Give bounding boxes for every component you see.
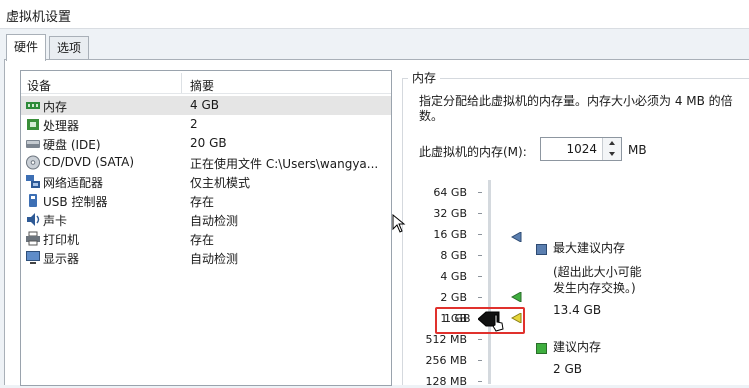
scale-tick: [478, 213, 482, 214]
memory-group-title: 内存: [408, 69, 441, 86]
scale-label: 256 MB: [425, 354, 467, 367]
device-list-header: 设备 摘要: [21, 71, 391, 94]
scale-tick: [478, 234, 482, 235]
recommended-value: 2 GB: [553, 362, 582, 376]
memory-value-input[interactable]: 1024: [566, 142, 597, 156]
spin-down-button[interactable]: [602, 149, 621, 160]
recommended-marker-icon: [511, 292, 522, 302]
memory-spinbox[interactable]: 1024: [540, 137, 622, 161]
scale-tick: [478, 192, 482, 193]
memory-description: 指定分配给此虚拟机的内存量。内存大小必须为 4 MB 的倍数。: [419, 94, 733, 123]
device-row-display[interactable]: 显示器 自动检测: [21, 248, 391, 267]
tab-strip: 硬件 选项: [0, 34, 749, 61]
device-name: 声卡: [43, 214, 68, 228]
sound-card-icon: [27, 213, 40, 226]
scale-tick: [478, 381, 482, 382]
device-name: 处理器: [43, 119, 80, 133]
window-title: 虚拟机设置: [6, 10, 72, 25]
memory-unit: MB: [628, 143, 647, 157]
device-row-printer[interactable]: 打印机 存在: [21, 229, 391, 248]
scale-tick: [478, 255, 482, 256]
memory-icon: [26, 102, 40, 109]
device-name: CD/DVD (SATA): [43, 155, 135, 169]
scale-label: 128 MB: [425, 375, 467, 388]
scale-label: 8 GB: [440, 249, 467, 262]
printer-icon: [26, 231, 40, 246]
device-row-memory[interactable]: 内存 4 GB: [21, 96, 391, 115]
scale-label: 2 GB: [440, 291, 467, 304]
max-recommended-title: 最大建议内存: [553, 241, 626, 255]
device-summary: 自动检测: [190, 214, 239, 228]
chevron-down-icon: [609, 152, 615, 156]
device-summary: 仅主机模式: [190, 176, 251, 190]
title-bar: 虚拟机设置: [0, 0, 749, 29]
mouse-cursor-icon: [392, 214, 406, 233]
display-icon: [26, 251, 40, 264]
scale-tick: [478, 276, 482, 277]
column-header-device[interactable]: 设备: [27, 77, 51, 94]
scale-label: 4 GB: [440, 270, 467, 283]
device-row-sound-card[interactable]: 声卡 自动检测: [21, 210, 391, 229]
cd-dvd-icon: [26, 155, 40, 170]
max-recommended-note: (超出此大小可能: [553, 265, 642, 279]
device-row-usb-controller[interactable]: USB 控制器 存在: [21, 191, 391, 210]
tab-hardware[interactable]: 硬件: [6, 34, 47, 61]
scale-tick: [478, 297, 482, 298]
scale-label: 32 GB: [433, 207, 467, 220]
max-recommended-value: 13.4 GB: [553, 303, 602, 317]
max-recommended-key: [536, 244, 547, 255]
device-name: 内存: [43, 100, 68, 114]
device-name: 显示器: [43, 252, 80, 266]
device-row-processor[interactable]: 处理器 2: [21, 115, 391, 134]
scale-tick: [478, 360, 482, 361]
column-divider[interactable]: [181, 73, 182, 93]
device-row-cd-dvd[interactable]: CD/DVD (SATA) 正在使用文件 C:\Users\wangya...: [21, 153, 391, 172]
memory-field-label: 此虚拟机的内存(M):: [419, 145, 527, 159]
scale-tick: [478, 339, 482, 340]
device-row-hard-disk[interactable]: 硬盘 (IDE) 20 GB: [21, 134, 391, 153]
scale-label: 512 MB: [425, 333, 467, 346]
max-recommended-marker-icon: [511, 232, 522, 242]
scale-label: 16 GB: [433, 228, 467, 241]
device-list[interactable]: 设备 摘要 内存 4 GB 处理器 2 硬盘 (IDE) 20 GB CD/DV…: [20, 70, 392, 386]
device-summary: 2: [190, 117, 198, 131]
device-name: 打印机: [43, 233, 80, 247]
device-summary: 20 GB: [190, 136, 227, 150]
device-summary: 存在: [190, 233, 215, 247]
device-name: 网络适配器: [43, 176, 104, 190]
recommended-key: [536, 343, 547, 354]
scale-label-selected: 1 GB: [444, 312, 471, 325]
network-adapter-icon: [26, 175, 40, 188]
device-row-network-adapter[interactable]: 网络适配器 仅主机模式: [21, 172, 391, 191]
device-summary: 正在使用文件 C:\Users\wangya...: [190, 157, 379, 171]
usb-icon: [29, 194, 37, 207]
hard-disk-icon: [26, 140, 40, 148]
memory-slider-track[interactable]: [488, 180, 491, 384]
device-summary: 自动检测: [190, 252, 239, 266]
tab-options[interactable]: 选项: [49, 36, 90, 59]
scale-label: 64 GB: [433, 186, 467, 199]
column-header-summary[interactable]: 摘要: [190, 77, 214, 94]
hand-cursor-icon: [492, 314, 504, 332]
max-recommended-note: 发生内存交换。): [553, 281, 636, 295]
device-name: USB 控制器: [43, 195, 108, 209]
processor-icon: [27, 119, 39, 130]
device-summary: 存在: [190, 195, 215, 209]
device-name: 硬盘 (IDE): [43, 138, 101, 152]
chevron-up-icon: [609, 141, 615, 145]
device-summary: 4 GB: [190, 98, 219, 112]
recommended-title: 建议内存: [553, 340, 602, 354]
